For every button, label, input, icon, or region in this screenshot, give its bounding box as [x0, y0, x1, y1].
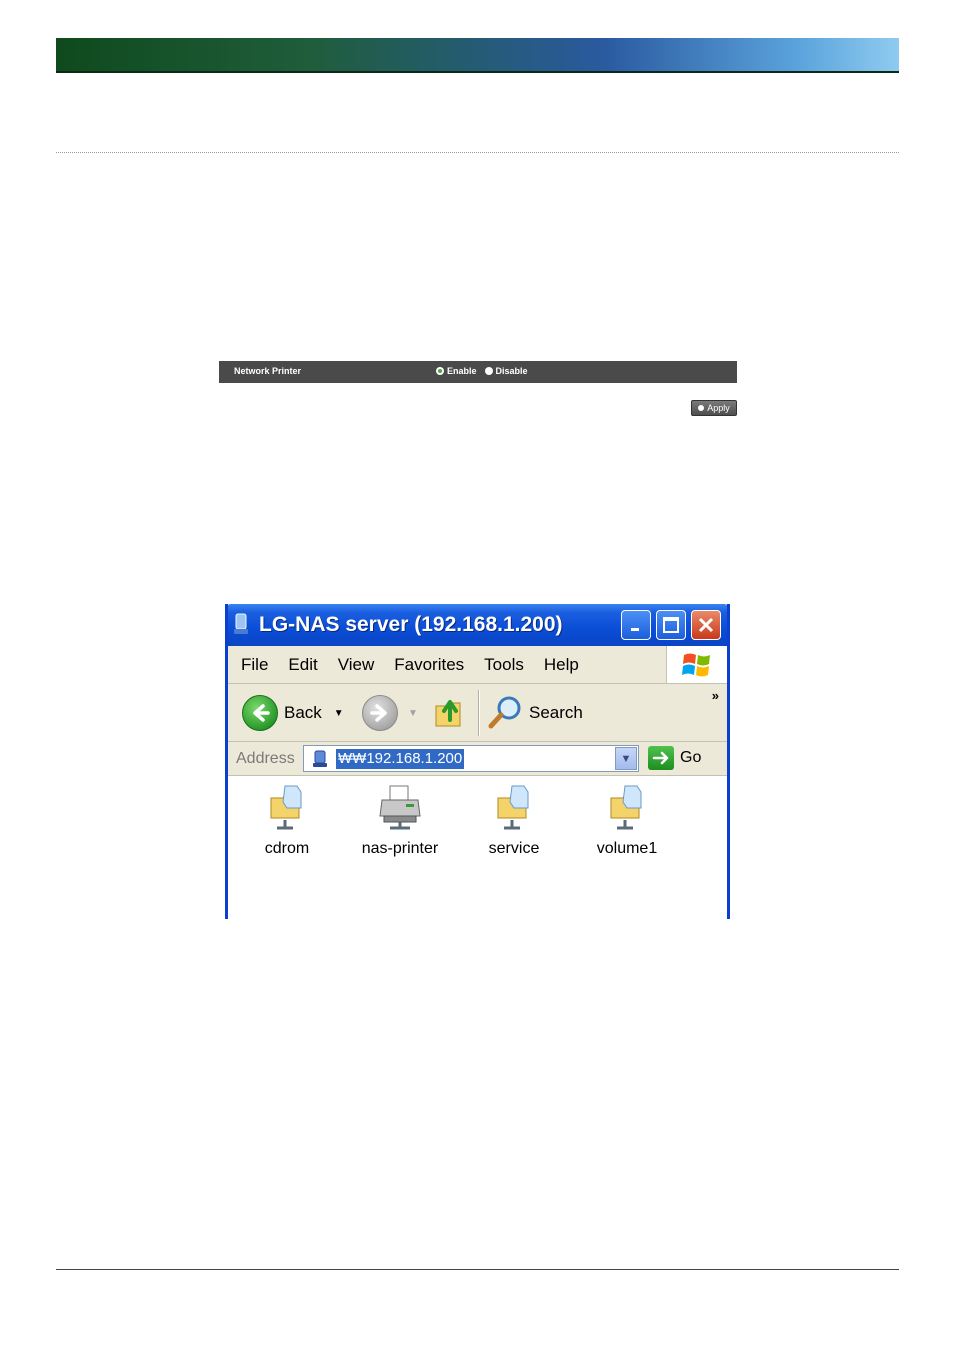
list-item[interactable]: volume1	[582, 782, 672, 858]
item-label: cdrom	[264, 840, 310, 857]
menu-edit[interactable]: Edit	[288, 655, 317, 675]
minimize-icon	[631, 628, 639, 631]
enable-option[interactable]: Enable	[436, 366, 477, 376]
window-titlebar[interactable]: LG-NAS server (192.168.1.200)	[228, 604, 727, 646]
address-label: Address	[236, 750, 295, 767]
section-divider	[56, 152, 899, 153]
search-icon	[488, 696, 521, 729]
address-bar: Address ₩₩192.168.1.200 ▼ Go	[228, 742, 727, 776]
go-button[interactable]: Go	[648, 746, 701, 770]
go-label: Go	[680, 749, 702, 766]
footer-divider	[56, 1269, 899, 1270]
network-computer-icon	[313, 750, 327, 767]
list-item[interactable]: cdrom	[242, 782, 332, 858]
list-item[interactable]: nas-printer	[355, 782, 445, 858]
menu-file[interactable]: File	[241, 655, 268, 675]
document-header-bar	[56, 38, 899, 73]
back-arrow-icon	[242, 695, 278, 731]
back-dropdown-icon[interactable]: ▼	[334, 708, 344, 719]
forward-arrow-icon	[362, 695, 398, 731]
close-button[interactable]	[691, 610, 721, 640]
shared-folder-icon	[610, 785, 642, 830]
disable-radio[interactable]	[484, 367, 493, 375]
address-value: ₩₩192.168.1.200	[336, 749, 465, 769]
shared-folder-icon	[497, 785, 529, 830]
standard-toolbar: Back ▼ ▼ Search »	[228, 684, 727, 742]
up-folder-icon	[435, 700, 461, 727]
back-button[interactable]: Back ▼	[242, 695, 344, 731]
network-printer-setting-bar: Network Printer Enable Disable	[219, 361, 737, 383]
printer-icon	[379, 785, 421, 830]
forward-button[interactable]: ▼	[362, 695, 418, 731]
toolbar-more-icon[interactable]: »	[712, 688, 719, 703]
item-label: nas-printer	[361, 840, 439, 857]
menu-help[interactable]: Help	[544, 655, 579, 675]
folder-contents: cdrom nas-printer service volume1	[228, 776, 727, 919]
windows-logo-icon	[666, 646, 727, 683]
minimize-button[interactable]	[621, 610, 651, 640]
up-folder-button[interactable]	[434, 694, 466, 730]
shared-folder-icon	[270, 785, 302, 830]
close-icon	[698, 617, 714, 633]
go-arrow-icon	[648, 746, 674, 770]
item-label: volume1	[596, 840, 658, 857]
window-title: LG-NAS server (192.168.1.200)	[259, 613, 563, 636]
enable-radio[interactable]	[436, 367, 444, 375]
menu-view[interactable]: View	[338, 655, 375, 675]
menu-tools[interactable]: Tools	[484, 655, 524, 675]
maximize-icon	[663, 617, 679, 633]
network-printer-options: Enable Disable	[436, 366, 528, 376]
address-dropdown-button[interactable]: ▼	[615, 747, 637, 770]
menu-bar: File Edit View Favorites Tools Help	[228, 646, 727, 684]
apply-bullet-icon	[698, 405, 705, 411]
apply-label: Apply	[707, 403, 730, 413]
disable-label: Disable	[495, 366, 528, 376]
apply-button[interactable]: Apply	[691, 400, 737, 416]
list-item[interactable]: service	[469, 782, 559, 858]
toolbar-separator	[478, 690, 480, 736]
address-input[interactable]: ₩₩192.168.1.200 ▼	[303, 745, 639, 772]
network-computer-icon	[234, 613, 248, 634]
search-button[interactable]: Search	[487, 694, 583, 732]
explorer-window: LG-NAS server (192.168.1.200) File Edit …	[225, 604, 730, 919]
item-label: service	[488, 840, 540, 857]
back-label: Back	[284, 703, 322, 722]
forward-dropdown-icon[interactable]: ▼	[408, 708, 418, 719]
maximize-button[interactable]	[656, 610, 686, 640]
chevron-down-icon: ▼	[620, 752, 632, 765]
network-printer-label: Network Printer	[234, 366, 302, 376]
menu-favorites[interactable]: Favorites	[394, 655, 464, 675]
enable-label: Enable	[447, 366, 477, 376]
search-label: Search	[529, 703, 583, 722]
disable-option[interactable]: Disable	[484, 366, 528, 376]
